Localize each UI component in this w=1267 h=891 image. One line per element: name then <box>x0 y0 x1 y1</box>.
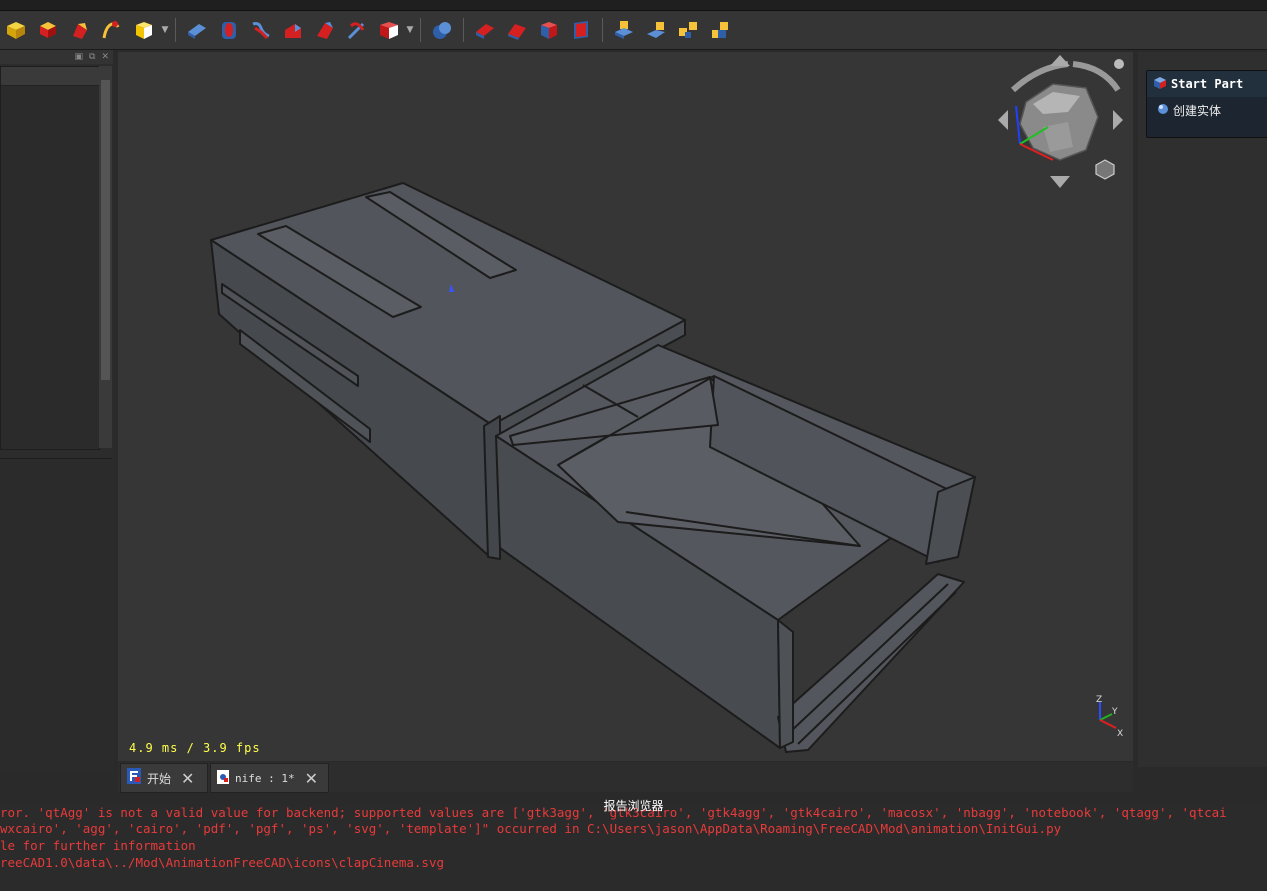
axis-z-label: Z <box>1096 695 1102 705</box>
panel-title-bar: ▣ ⧉ ✕ <box>0 50 113 64</box>
part-toolbar: ▼ ▼ <box>0 11 1267 50</box>
create-body-label: 创建实体 <box>1173 103 1222 118</box>
toolbar-separator <box>420 18 421 42</box>
body-icon <box>1157 103 1169 118</box>
intersect-red-icon[interactable] <box>503 16 531 44</box>
revolve-blue-icon[interactable] <box>642 16 670 44</box>
chevron-down-icon[interactable]: ▼ <box>405 18 415 42</box>
document-icon <box>217 769 229 788</box>
task-box-start-part: Start Part 创建实体 <box>1146 70 1267 138</box>
part-dropdown-icon[interactable] <box>375 16 403 44</box>
torus-blue-icon[interactable] <box>215 16 243 44</box>
handle-ridge <box>797 591 957 745</box>
cube-yellow-icon[interactable] <box>2 16 30 44</box>
create-body-action[interactable]: 创建实体 <box>1147 97 1267 123</box>
helix-red-icon[interactable] <box>247 16 275 44</box>
nav-arrow-up-icon <box>1050 55 1070 66</box>
toolbar-separator <box>175 18 176 42</box>
rotate-right-arrow-icon <box>1072 61 1121 92</box>
report-line: le for further information <box>0 838 196 853</box>
nav-menu-dot-icon <box>1114 59 1124 69</box>
task-box-header[interactable]: Start Part <box>1147 71 1267 97</box>
cut-red-icon[interactable] <box>471 16 499 44</box>
tree-column-header <box>1 67 99 86</box>
close-icon[interactable]: ✕ <box>305 769 318 788</box>
mirror-yellow-icon[interactable] <box>674 16 702 44</box>
property-view[interactable] <box>0 458 112 771</box>
union-blue-icon[interactable] <box>428 16 456 44</box>
report-line: reeCAD1.0\data\../Mod\AnimationFreeCAD\i… <box>0 855 445 870</box>
3d-viewport[interactable]: Z Y X 4.9 ms / 3.9 fps <box>118 52 1133 761</box>
document-tab-bar: 开始 ✕ nife : 1* ✕ <box>118 762 1133 793</box>
axis-indicator: Z Y X <box>1096 695 1123 739</box>
combo-view-panel: ▣ ⧉ ✕ <box>0 50 113 771</box>
box-red-icon[interactable] <box>34 16 62 44</box>
loft-yellow-icon[interactable] <box>706 16 734 44</box>
axis-y-label: Y <box>1111 707 1118 717</box>
handle-ridge <box>789 583 949 733</box>
toolbar-separator <box>602 18 603 42</box>
fuse-red-icon[interactable] <box>535 16 563 44</box>
handle-side <box>777 619 794 749</box>
chamfer-red-icon[interactable] <box>567 16 595 44</box>
tab-document[interactable]: nife : 1* ✕ <box>210 763 329 793</box>
report-line: wxcairo', 'agg', 'cairo', 'pdf', 'pgf', … <box>0 821 1062 836</box>
axis-x-label: X <box>1117 729 1123 739</box>
nav-arrow-left-icon <box>998 110 1008 130</box>
nav-arrow-right-icon <box>1113 110 1123 130</box>
sphere-yellow-icon[interactable] <box>98 16 126 44</box>
tree-scrollbar[interactable] <box>99 66 112 448</box>
close-icon[interactable]: ✕ <box>101 52 109 62</box>
close-icon[interactable]: ✕ <box>181 769 194 788</box>
restore-icon[interactable]: ⧉ <box>89 52 95 62</box>
model-tree[interactable] <box>0 66 100 450</box>
tab-label: 开始 <box>147 771 172 786</box>
boolean-blue-icon[interactable] <box>343 16 371 44</box>
cube-dropdown-icon[interactable] <box>130 16 158 44</box>
task-box-title: Start Part <box>1171 77 1244 91</box>
float-icon[interactable]: ▣ <box>75 52 84 62</box>
title-strip <box>0 0 1267 11</box>
wedge-red-icon[interactable] <box>311 16 339 44</box>
scrollbar-thumb[interactable] <box>101 80 110 380</box>
nav-z-axis <box>1015 105 1021 145</box>
report-view-title: 报告浏览器 <box>603 799 664 813</box>
report-view[interactable]: ror. 'qtAgg' is not a valid value for ba… <box>0 806 1267 891</box>
tab-label: nife : 1* <box>235 771 295 785</box>
freecad-logo-icon <box>127 768 141 788</box>
chevron-down-icon[interactable]: ▼ <box>160 18 170 42</box>
task-panel: Start Part 创建实体 <box>1138 52 1267 767</box>
navigation-cube[interactable] <box>998 55 1124 188</box>
fps-counter: 4.9 ms / 3.9 fps <box>129 741 261 755</box>
extrude-blue-icon[interactable] <box>610 16 638 44</box>
model-drawing[interactable]: Z Y X <box>118 52 1133 761</box>
cone-blue-icon[interactable] <box>183 16 211 44</box>
toolbar-separator <box>463 18 464 42</box>
nav-arrow-down-icon <box>1050 176 1070 188</box>
part-icon <box>1153 75 1167 94</box>
view-cube-small-icon <box>1095 159 1115 180</box>
cylinder-red-icon[interactable] <box>66 16 94 44</box>
prism-red-icon[interactable] <box>279 16 307 44</box>
tab-start[interactable]: 开始 ✕ <box>120 763 208 793</box>
